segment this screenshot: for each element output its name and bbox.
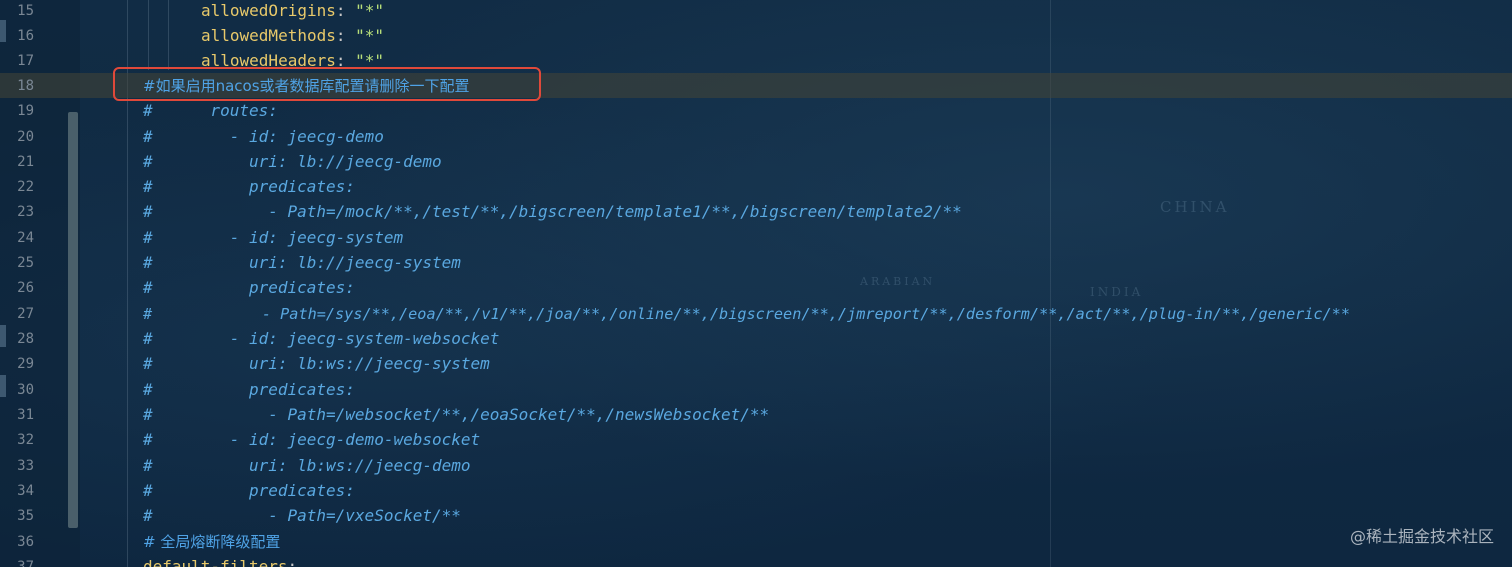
code-line[interactable]: 28 # - id: jeecg-system-websocket bbox=[0, 326, 1512, 351]
yaml-value: "*" bbox=[355, 1, 385, 21]
watermark: @稀土掘金技术社区 bbox=[1349, 527, 1494, 546]
code-line[interactable]: 25 # uri: lb://jeecg-system bbox=[0, 250, 1512, 275]
line-number: 26 bbox=[17, 279, 34, 296]
yaml-separator: : bbox=[335, 1, 356, 21]
line-number: 17 bbox=[17, 52, 34, 69]
yaml-separator: : bbox=[335, 26, 356, 46]
code-editor[interactable]: CHINA ARABIAN INDIA 15 allowedOrigins: "… bbox=[0, 0, 1512, 567]
yaml-key: allowedOrigins bbox=[201, 1, 336, 21]
line-number: 32 bbox=[17, 431, 34, 448]
code-line[interactable]: 22 # predicates: bbox=[0, 174, 1512, 199]
code-line[interactable]: 32 # - id: jeecg-demo-websocket bbox=[0, 427, 1512, 452]
line-number: 29 bbox=[17, 355, 34, 372]
code-text: allowedOrigins: "*" bbox=[201, 1, 384, 20]
line-number: 35 bbox=[17, 507, 34, 524]
code-line[interactable]: 30 # predicates: bbox=[0, 377, 1512, 402]
code-line[interactable]: 21 # uri: lb://jeecg-demo bbox=[0, 149, 1512, 174]
comment-text: # predicates: bbox=[143, 177, 355, 197]
line-number: 33 bbox=[17, 457, 34, 474]
code-line[interactable]: 15 allowedOrigins: "*" bbox=[0, 0, 1512, 23]
line-number: 19 bbox=[17, 102, 34, 119]
code-line[interactable]: 37 default-filters: bbox=[0, 554, 1512, 567]
yaml-value: "*" bbox=[355, 26, 385, 46]
annotation-highlight-box bbox=[113, 67, 541, 101]
line-number: 30 bbox=[17, 381, 34, 398]
comment-text: # - Path=/websocket/**,/eoaSocket/**,/ne… bbox=[143, 405, 770, 425]
comment-text: # uri: lb:ws://jeecg-system bbox=[143, 354, 490, 374]
code-line[interactable]: 31 # - Path=/websocket/**,/eoaSocket/**,… bbox=[0, 402, 1512, 427]
comment-text: # - id: jeecg-demo-websocket bbox=[143, 430, 481, 450]
comment-text: # 全局熔断降级配置 bbox=[143, 533, 281, 552]
comment-text: # routes: bbox=[143, 101, 278, 121]
line-number: 21 bbox=[17, 153, 34, 170]
code-line[interactable]: 23 # - Path=/mock/**,/test/**,/bigscreen… bbox=[0, 199, 1512, 224]
line-number: 28 bbox=[17, 330, 34, 347]
code-line[interactable]: 29 # uri: lb:ws://jeecg-system bbox=[0, 351, 1512, 376]
code-line[interactable]: 16 allowedMethods: "*" bbox=[0, 23, 1512, 48]
line-number: 36 bbox=[17, 533, 34, 550]
line-number: 27 bbox=[17, 305, 34, 322]
line-number: 16 bbox=[17, 27, 34, 44]
code-line[interactable]: 26 # predicates: bbox=[0, 275, 1512, 300]
code-line[interactable]: 36 # 全局熔断降级配置 bbox=[0, 529, 1512, 554]
comment-text: # uri: lb:ws://jeecg-demo bbox=[143, 456, 471, 476]
code-line[interactable]: 24 # - id: jeecg-system bbox=[0, 225, 1512, 250]
yaml-key: default-filters bbox=[143, 557, 288, 567]
yaml-separator: : bbox=[287, 557, 298, 567]
line-number: 20 bbox=[17, 128, 34, 145]
code-line[interactable]: 20 # - id: jeecg-demo bbox=[0, 124, 1512, 149]
code-text: default-filters: bbox=[143, 557, 297, 567]
line-number: 31 bbox=[17, 406, 34, 423]
line-number: 22 bbox=[17, 178, 34, 195]
comment-text: # - id: jeecg-system-websocket bbox=[143, 329, 500, 349]
comment-text: # - Path=/mock/**,/test/**,/bigscreen/te… bbox=[143, 202, 962, 222]
comment-text: # - Path=/sys/**,/eoa/**,/v1/**,/joa/**,… bbox=[143, 304, 1350, 323]
code-line[interactable]: 35 # - Path=/vxeSocket/** bbox=[0, 503, 1512, 528]
code-text: allowedMethods: "*" bbox=[201, 26, 384, 45]
comment-text: # predicates: bbox=[143, 481, 355, 501]
line-number: 34 bbox=[17, 482, 34, 499]
code-line[interactable]: 34 # predicates: bbox=[0, 478, 1512, 503]
code-line[interactable]: 33 # uri: lb:ws://jeecg-demo bbox=[0, 453, 1512, 478]
line-number: 37 bbox=[17, 558, 34, 567]
line-number: 15 bbox=[17, 2, 34, 19]
comment-text: # predicates: bbox=[143, 278, 355, 298]
comment-text: # predicates: bbox=[143, 380, 355, 400]
comment-text: # - id: jeecg-demo bbox=[143, 127, 384, 147]
line-number: 18 bbox=[17, 77, 34, 94]
line-number: 23 bbox=[17, 203, 34, 220]
comment-text: # uri: lb://jeecg-demo bbox=[143, 152, 442, 172]
comment-text: # - Path=/vxeSocket/** bbox=[143, 506, 461, 526]
line-number: 25 bbox=[17, 254, 34, 271]
line-number: 24 bbox=[17, 229, 34, 246]
yaml-key: allowedMethods bbox=[201, 26, 336, 46]
code-line[interactable]: 19 # routes: bbox=[0, 98, 1512, 123]
code-line[interactable]: 27 # - Path=/sys/**,/eoa/**,/v1/**,/joa/… bbox=[0, 301, 1512, 326]
comment-text: # - id: jeecg-system bbox=[143, 228, 404, 248]
comment-text: # uri: lb://jeecg-system bbox=[143, 253, 461, 273]
